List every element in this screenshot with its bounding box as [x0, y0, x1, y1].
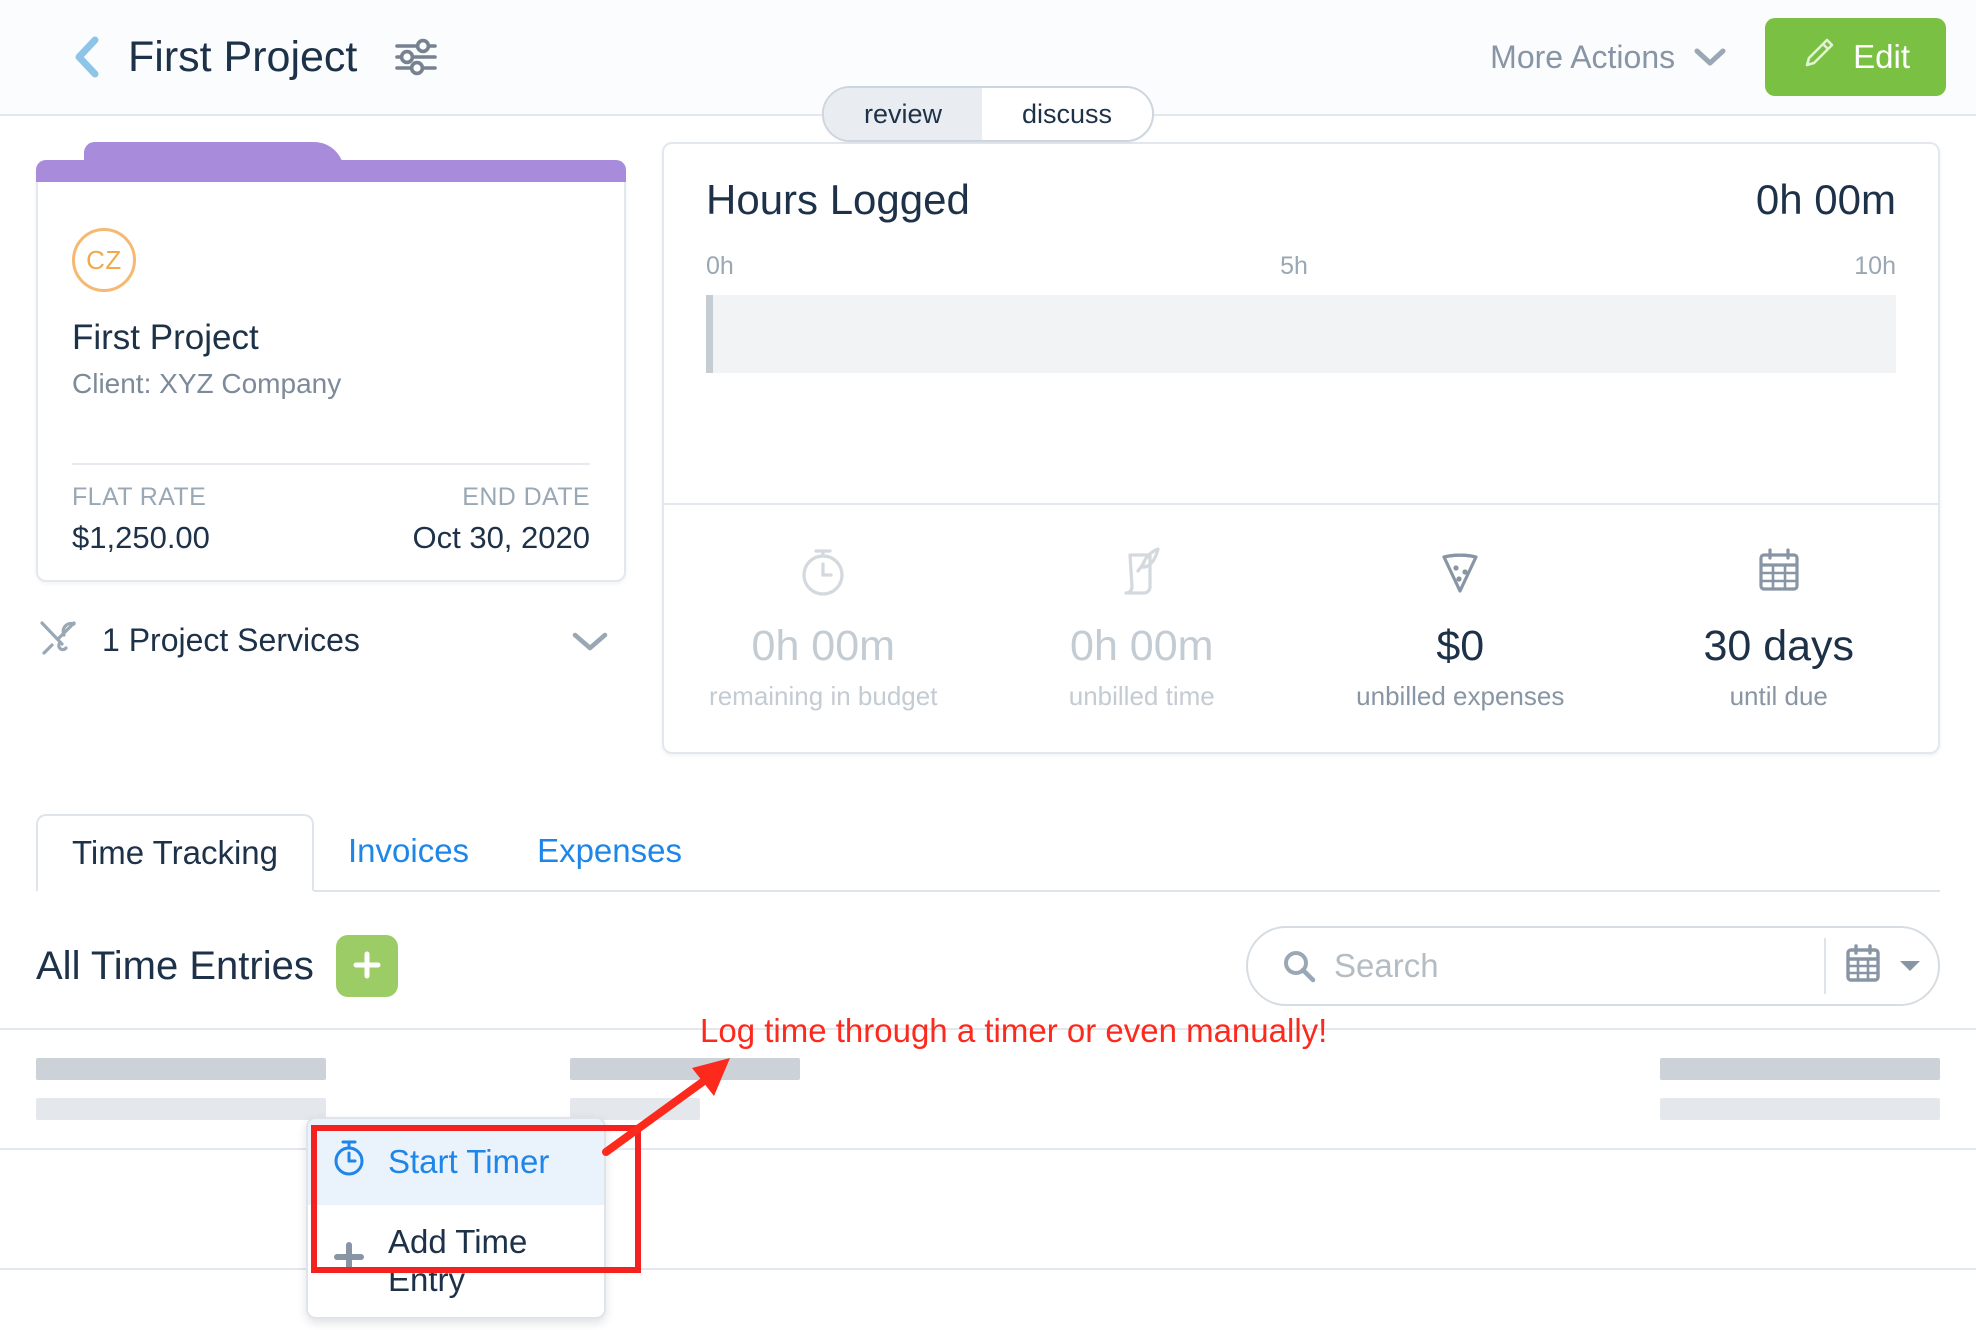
header-actions: More Actions Edit — [1490, 18, 1946, 96]
stat-value: 0h 00m — [751, 622, 895, 670]
stat-label: unbilled time — [1068, 681, 1215, 711]
project-services-row[interactable]: 1 Project Services — [36, 618, 626, 663]
edit-button-label: Edit — [1853, 38, 1910, 75]
project-summary-column: CZ First Project Client: XYZ Company FLA… — [36, 142, 626, 754]
stat-remaining-in-budget: 0h 00m remaining in budget — [664, 505, 983, 752]
more-actions-button[interactable]: More Actions — [1490, 39, 1727, 76]
project-client: Client: XYZ Company — [72, 368, 342, 399]
skeleton-cell — [1660, 1058, 1940, 1120]
hours-bar-track — [713, 295, 1896, 373]
edit-button[interactable]: Edit — [1765, 18, 1946, 96]
stopwatch-icon — [795, 541, 851, 606]
axis-tick-0: 0h — [706, 252, 734, 280]
page-title: First Project — [128, 32, 358, 81]
chevron-down-icon — [1693, 39, 1727, 76]
hours-logged-title: Hours Logged — [706, 176, 970, 223]
project-card-body: CZ First Project Client: XYZ Company FLA… — [36, 160, 626, 582]
plus-icon — [330, 1236, 368, 1286]
tab-expenses[interactable]: Expenses — [503, 812, 716, 890]
tab-invoices[interactable]: Invoices — [314, 812, 503, 890]
caret-down-icon — [1897, 956, 1923, 977]
menu-item-start-timer[interactable]: Start Timer — [308, 1119, 604, 1205]
skeleton-bar — [1660, 1058, 1940, 1080]
stopwatch-icon — [330, 1137, 368, 1187]
entries-toolbar: All Time Entries — [0, 926, 1976, 1006]
stat-value: 30 days — [1703, 622, 1855, 670]
skeleton-bar — [36, 1098, 326, 1120]
search-input[interactable] — [1334, 947, 1824, 985]
stat-label: unbilled expenses — [1356, 681, 1565, 711]
stat-label: remaining in budget — [709, 681, 938, 711]
date-filter-button[interactable] — [1826, 928, 1938, 1004]
search-bar — [1246, 926, 1940, 1006]
all-time-entries-title: All Time Entries — [36, 943, 314, 988]
pencil-icon — [1801, 35, 1837, 79]
stat-label: until due — [1729, 681, 1828, 711]
skeleton-bar — [36, 1058, 326, 1080]
calendar-icon — [1751, 541, 1807, 606]
flat-rate-value: $1,250.00 — [72, 520, 210, 555]
skeleton-cell — [570, 1058, 800, 1120]
folder-top-strip — [36, 160, 626, 182]
back-chevron-icon[interactable] — [70, 35, 104, 79]
tools-icon — [36, 618, 80, 663]
scroll-quill-icon — [1114, 541, 1170, 606]
tab-review[interactable]: review — [823, 88, 982, 140]
annotation-text: Log time through a timer or even manuall… — [700, 1012, 1328, 1049]
project-card-footer: FLAT RATE $1,250.00 END DATE Oct 30, 202… — [72, 463, 590, 556]
tab-discuss[interactable]: discuss — [982, 88, 1153, 140]
table-row — [0, 1150, 1976, 1270]
flat-rate-label: FLAT RATE — [72, 483, 207, 511]
stat-until-due: 30 days until due — [1620, 505, 1939, 752]
time-entries-table-loading — [0, 1028, 1976, 1270]
avatar: CZ — [72, 228, 136, 292]
stat-unbilled-expenses: $0 unbilled expenses — [1301, 505, 1620, 752]
main-content: CZ First Project Client: XYZ Company FLA… — [0, 116, 1976, 754]
add-entry-dropdown-menu: Start Timer Add Time Entry — [306, 1117, 606, 1319]
axis-tick-2: 10h — [1854, 252, 1896, 280]
search-icon — [1248, 947, 1334, 985]
stat-value: 0h 00m — [1070, 622, 1214, 670]
calendar-icon — [1841, 942, 1885, 991]
stat-value: $0 — [1436, 622, 1485, 670]
skeleton-cell — [36, 1058, 326, 1120]
hours-header: Hours Logged 0h 00m — [664, 144, 1938, 224]
project-services-label: 1 Project Services — [102, 622, 360, 658]
menu-item-label: Start Timer — [388, 1143, 550, 1180]
pizza-slice-icon — [1432, 541, 1488, 606]
add-time-entry-button[interactable] — [335, 935, 398, 997]
end-date-block: END DATE Oct 30, 2020 — [412, 483, 590, 556]
tab-time-tracking[interactable]: Time Tracking — [36, 814, 314, 892]
segmented-control: review discuss — [821, 86, 1155, 142]
end-date-label: END DATE — [462, 483, 590, 511]
menu-item-add-time-entry[interactable]: Add Time Entry — [308, 1205, 604, 1317]
stat-unbilled-time: 0h 00m unbilled time — [983, 505, 1302, 752]
end-date-value: Oct 30, 2020 — [412, 520, 590, 555]
hours-logged-panel: Hours Logged 0h 00m 0h 5h 10h 0h 00m rem… — [662, 142, 1940, 754]
project-card[interactable]: CZ First Project Client: XYZ Company FLA… — [36, 142, 626, 582]
project-stats-row: 0h 00m remaining in budget 0h 00m unbill… — [664, 503, 1938, 752]
sliders-icon[interactable] — [393, 35, 439, 79]
hours-bar-value — [706, 295, 713, 373]
skeleton-bar — [570, 1058, 800, 1080]
hours-column: Hours Logged 0h 00m 0h 5h 10h 0h 00m rem… — [662, 142, 1940, 754]
flat-rate-block: FLAT RATE $1,250.00 — [72, 483, 210, 556]
section-tabs-area: Time Tracking Invoices Expenses — [0, 814, 1976, 892]
hours-axis: 0h 5h 10h — [706, 252, 1896, 281]
chevron-down-icon[interactable] — [570, 628, 610, 654]
hours-bar-chart — [706, 295, 1896, 373]
section-tabs: Time Tracking Invoices Expenses — [36, 814, 1940, 892]
skeleton-bar — [1660, 1098, 1940, 1120]
plus-icon — [349, 947, 385, 986]
hours-chart-spacer — [664, 373, 1938, 503]
project-name: First Project — [72, 318, 259, 357]
menu-item-label: Add Time Entry — [388, 1223, 528, 1298]
axis-tick-1: 5h — [1280, 252, 1308, 280]
hours-logged-total: 0h 00m — [1755, 176, 1896, 223]
more-actions-label: More Actions — [1490, 38, 1676, 75]
